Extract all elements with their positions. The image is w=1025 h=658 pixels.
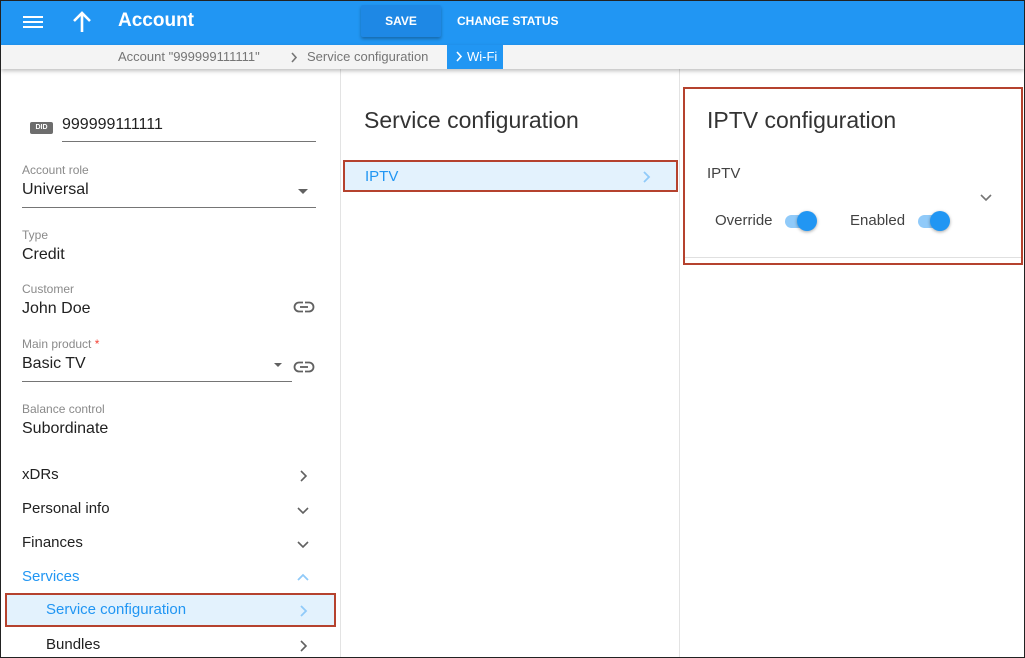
nav-item-finances[interactable]: Finances [1,526,339,560]
field-underline [22,207,316,208]
menu-icon[interactable] [23,13,43,33]
override-toggle[interactable] [783,209,819,233]
dropdown-arrow-icon[interactable] [298,189,308,194]
account-role-label: Account role [22,163,89,177]
change-status-button[interactable]: CHANGE STATUS [449,5,567,37]
page-title: Account [118,10,194,31]
nav-item-bundles[interactable]: Bundles [1,628,339,657]
nav-item-label: Bundles [46,636,101,653]
app-window: Account SAVE CHANGE STATUS Account "9999… [0,0,1025,658]
service-item-iptv[interactable]: IPTV [343,160,678,192]
dropdown-arrow-icon[interactable] [274,363,282,367]
chevron-down-icon [297,507,309,515]
breadcrumb-active: Wi-Fi [447,45,504,69]
breadcrumb: Account "999999111111" Service configura… [1,45,1024,69]
main-product-label: Main product * [22,337,99,351]
field-underline [22,381,292,382]
type-value: Credit [22,246,65,263]
iptv-configuration-title: IPTV configuration [707,107,897,133]
breadcrumb-account[interactable]: Account "999999111111" [118,45,260,69]
type-label: Type [22,228,49,242]
customer-link-icon[interactable] [293,300,315,314]
nav-item-label: Service configuration [46,601,187,618]
chevron-up-icon [297,573,309,581]
chevron-down-icon[interactable] [979,193,993,203]
nav-item-xdrs[interactable]: xDRs [1,458,339,492]
toggle-knob [930,211,950,231]
override-label: Override [715,212,773,229]
nav-item-service-configuration[interactable]: Service configuration [5,593,336,627]
nav-item-label: xDRs [22,466,59,483]
did-field[interactable]: 999999111111 [62,114,316,142]
balance-control-label: Balance control [22,402,105,416]
arrow-up-icon[interactable] [71,9,93,35]
iptv-section-label: IPTV [707,165,741,182]
main-product-link-icon[interactable] [293,360,315,374]
did-badge: DID [30,122,53,134]
service-item-label: IPTV [365,168,399,185]
nav-item-personal-info[interactable]: Personal info [1,492,339,526]
customer-label: Customer [22,282,75,296]
save-button[interactable]: SAVE [361,5,441,37]
top-app-bar: Account SAVE CHANGE STATUS [1,1,1024,45]
enabled-toggle[interactable] [916,209,952,233]
balance-control-value: Subordinate [22,420,109,437]
divider [685,257,1021,258]
iptv-configuration-panel: IPTV configuration IPTV Override Enabled [681,69,1024,657]
nav-item-label: Finances [22,534,83,551]
chevron-down-icon [297,541,309,549]
breadcrumb-service-configuration[interactable]: Service configuration [307,45,428,69]
nav-item-label: Services [22,568,80,585]
service-configuration-panel: Service configuration IPTV [340,69,680,657]
chevron-right-icon [300,605,308,617]
breadcrumb-chevron-icon [456,51,463,62]
service-configuration-title: Service configuration [364,107,579,133]
chevron-right-icon [300,470,308,482]
breadcrumb-chevron-icon [291,52,298,63]
breadcrumb-wifi: Wi-Fi [467,49,498,64]
customer-value: John Doe [22,300,91,317]
required-mark: * [94,337,100,351]
nav-item-label: Personal info [22,500,110,517]
chevron-right-icon [300,640,308,652]
iptv-configuration-card: IPTV configuration IPTV Override Enabled [683,87,1023,265]
nav-item-services[interactable]: Services [1,560,339,594]
chevron-right-icon [643,171,651,183]
account-role-select[interactable]: Universal [22,181,89,199]
toggle-knob [797,211,817,231]
main-product-select[interactable]: Basic TV [22,355,86,373]
main-product-label-text: Main product [22,337,92,351]
account-panel: DID 999999111111 Account role Universal … [1,69,339,657]
enabled-label: Enabled [850,212,906,229]
